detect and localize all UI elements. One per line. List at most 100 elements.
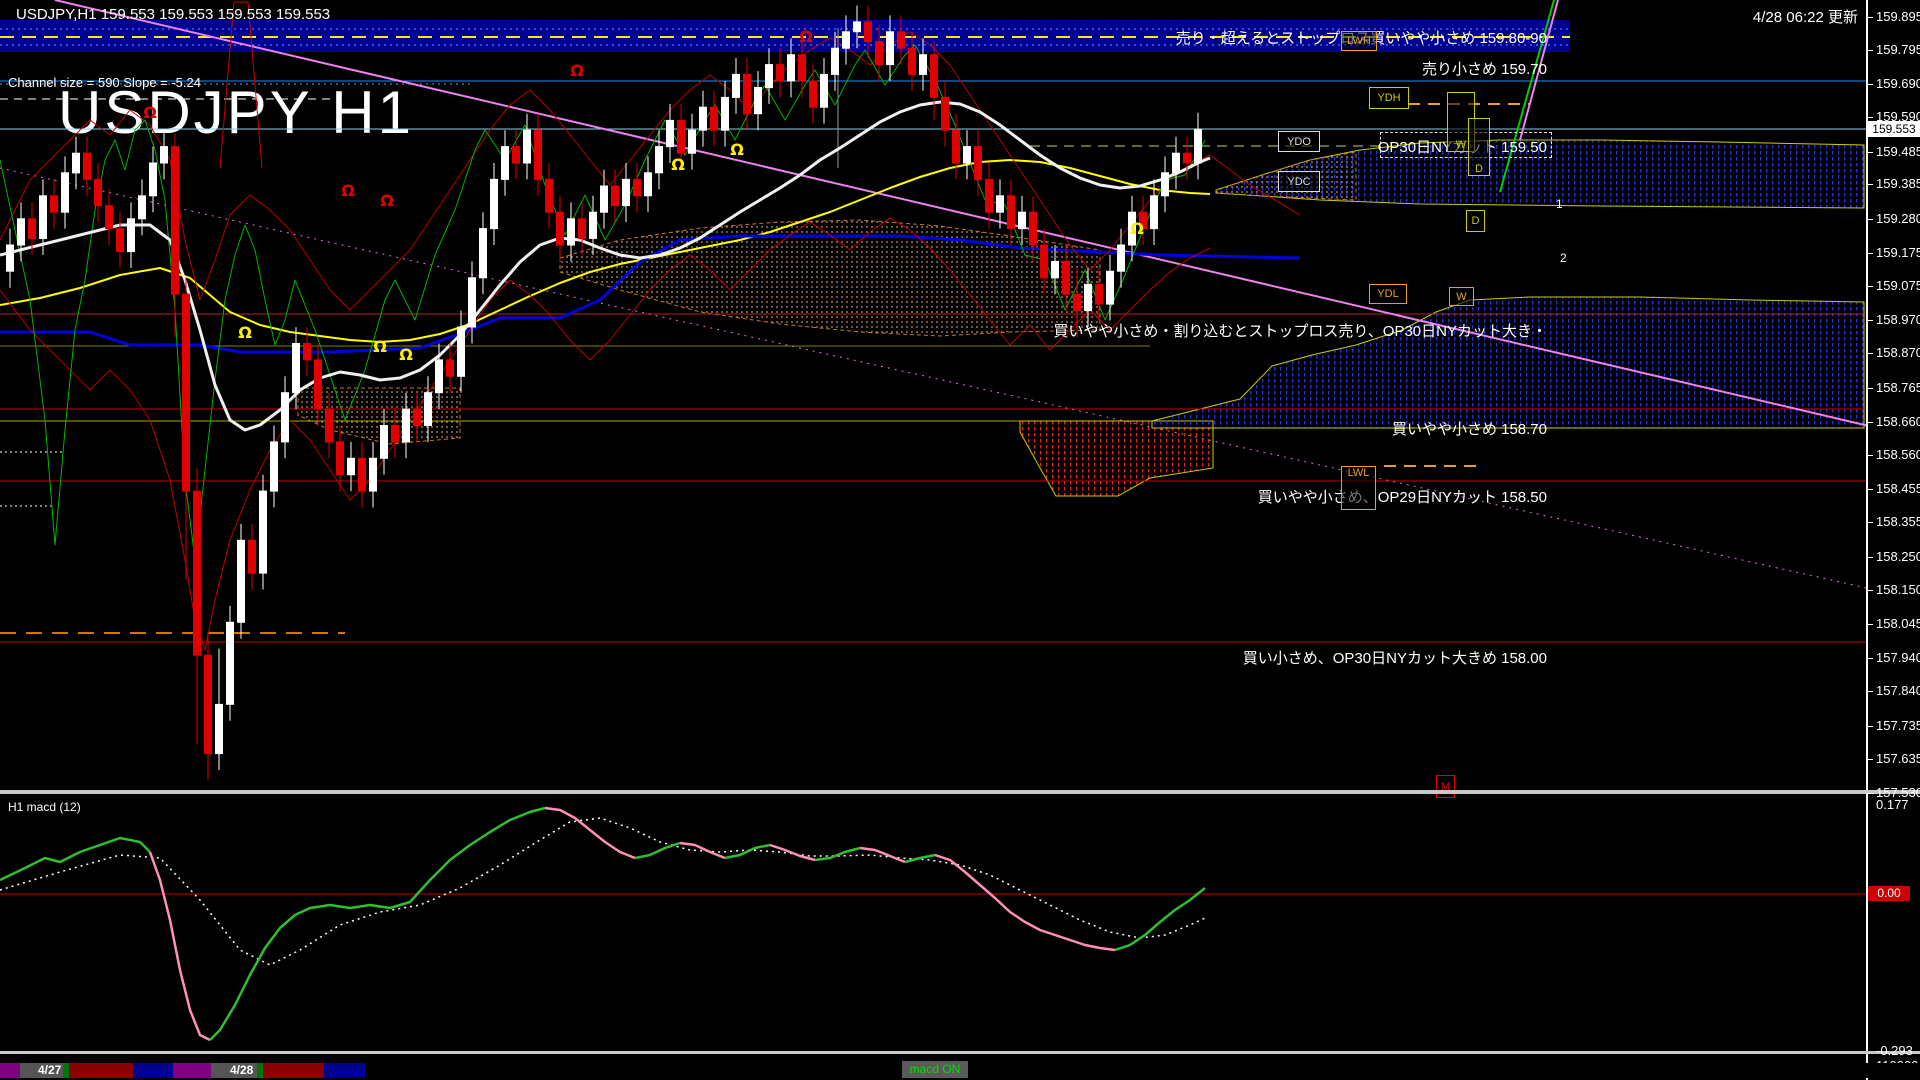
axis-tick (1866, 455, 1873, 456)
candle-body (435, 359, 443, 394)
candle-body (402, 408, 410, 443)
price-axis-label: 157.840 (1876, 683, 1920, 699)
level-label-box-m: M (1436, 775, 1455, 798)
candle-body (1084, 283, 1092, 312)
candle-body (138, 195, 146, 220)
macd-subwindow[interactable] (0, 796, 1866, 1051)
current-price-tag: 159.553 (1868, 121, 1920, 137)
price-axis-label: 158.355 (1876, 514, 1920, 530)
candle-body (809, 80, 817, 108)
candle-body (556, 211, 564, 246)
axis-tick (1866, 17, 1873, 18)
candle-body (941, 96, 949, 131)
candle-body (666, 119, 674, 148)
timeline-date-label[interactable]: 4/28 (230, 1063, 253, 1077)
price-axis-label: 158.455 (1876, 481, 1920, 497)
candle-body (39, 195, 47, 240)
axis-tick (1866, 84, 1873, 86)
candle-body (875, 41, 883, 66)
count-label: 1 (1556, 197, 1563, 211)
candle-body (985, 178, 993, 213)
macd-main-line (0, 836, 151, 882)
candle-body (996, 195, 1004, 213)
signal-marker: Ω (399, 345, 413, 364)
order-level-annotation: 買いやや小さめ、OP29日NYカット 158.50 (1257, 489, 1547, 506)
level-label-box-ydh: YDH (1369, 87, 1409, 109)
price-axis-label: 157.735 (1876, 717, 1920, 733)
macd-toggle-button[interactable]: macd ON (902, 1061, 968, 1078)
macd-main-line (209, 806, 546, 1041)
axis-tick (1866, 556, 1873, 558)
candle-body (864, 21, 872, 43)
macd-main-line (1114, 887, 1206, 952)
level-label-box-ydl: YDL (1369, 284, 1407, 304)
candle-body (149, 162, 157, 197)
candle-body (215, 703, 223, 755)
count-label: 2 (1560, 251, 1567, 265)
candle-body (1095, 283, 1103, 305)
axis-separator (1866, 0, 1868, 1080)
symbol-ohlc-line: USDJPY,H1 159.553 159.553 159.553 159.55… (16, 6, 331, 23)
timeline-segment (0, 1063, 20, 1078)
axis-tick (1866, 792, 1873, 794)
axis-tick (1866, 725, 1873, 727)
macd-main-line (859, 846, 906, 864)
candle-body (1106, 270, 1114, 305)
main-price-chart[interactable]: ΩΩΩΩΩΩΩΩΩ ΩΩ (0, 0, 1866, 793)
candle-body (160, 146, 168, 164)
candle-body (1150, 195, 1158, 230)
level-label-box-ydo: YDO (1278, 131, 1320, 152)
candle-body (600, 185, 608, 213)
price-axis-label: 159.690 (1876, 76, 1920, 92)
candle-body (919, 54, 927, 75)
candle-body (677, 119, 685, 154)
price-axis-label: 158.660 (1876, 414, 1920, 430)
channel-info-label: Channel size = 590 Slope = -5.24 (8, 75, 201, 90)
timeline-segment (324, 1063, 365, 1078)
signal-marker: Ω (373, 337, 387, 356)
candle-body (171, 146, 179, 295)
axis-tick (1866, 522, 1873, 524)
candle-body (182, 293, 190, 492)
level-label-box-lwh: LWH (1341, 31, 1377, 51)
candle-body (50, 195, 58, 213)
candle-body (545, 178, 553, 213)
order-level-annotation: 買いやや小さめ・割り込むとストップロス売り、OP30日NYカット大き・ (1053, 323, 1547, 340)
timeline-segment (133, 1063, 173, 1078)
signal-marker: Ω (341, 181, 355, 200)
macd-splitter[interactable] (0, 790, 1920, 794)
candle-body (842, 31, 850, 49)
candle-body (589, 211, 597, 239)
candle-body (358, 457, 366, 492)
order-level-annotation: 買い小さめ、OP30日NYカット大きめ 158.00 (1242, 650, 1547, 667)
candle-body (248, 539, 256, 574)
candle-body (578, 218, 586, 240)
axis-tick (1866, 658, 1873, 660)
signal-marker: Ω (799, 27, 813, 46)
candle-body (523, 129, 531, 164)
candle-body (105, 205, 113, 230)
candle-body (292, 343, 300, 394)
price-axis-label: 159.385 (1876, 176, 1920, 192)
macd-zero-tag: 0.00 (1868, 886, 1910, 901)
candle-body (270, 441, 278, 492)
candle-body (787, 54, 795, 82)
candle-body (501, 146, 509, 180)
axis-tick (1866, 151, 1873, 153)
candle-body (413, 408, 421, 427)
candle-body (1062, 260, 1070, 295)
candle-body (908, 47, 916, 75)
axis-tick (1866, 758, 1873, 760)
candle-body (1194, 128, 1202, 164)
candle-body (886, 31, 894, 66)
timeline-date-label[interactable]: 4/27 (38, 1063, 61, 1077)
candle-body (116, 228, 124, 253)
candle-body (534, 129, 542, 180)
candle-body (897, 31, 905, 49)
candle-body (952, 129, 960, 164)
price-axis-label: 159.895 (1876, 9, 1920, 24)
candle-body (1051, 260, 1059, 279)
order-level-annotation: 売り小さめ 159.70 (1421, 61, 1547, 78)
level-label-box-d: D (1466, 210, 1485, 232)
price-axis-label: 159.795 (1876, 41, 1920, 57)
